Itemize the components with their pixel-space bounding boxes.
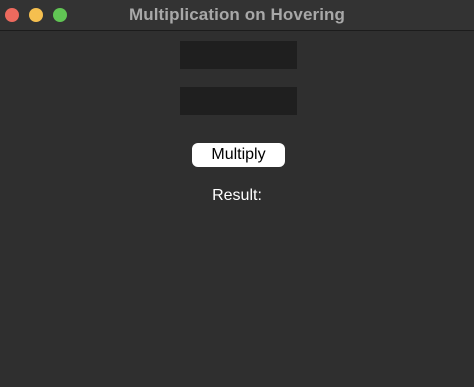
second-number-input[interactable] — [180, 87, 297, 115]
first-number-input[interactable] — [180, 41, 297, 69]
window-title: Multiplication on Hovering — [128, 5, 346, 24]
app-window: Multiplication on Hovering Multiply Resu… — [0, 0, 474, 387]
multiply-button[interactable]: Multiply — [192, 143, 285, 167]
result-label: Result: — [212, 187, 262, 204]
title-bar: Multiplication on Hovering — [0, 0, 474, 31]
